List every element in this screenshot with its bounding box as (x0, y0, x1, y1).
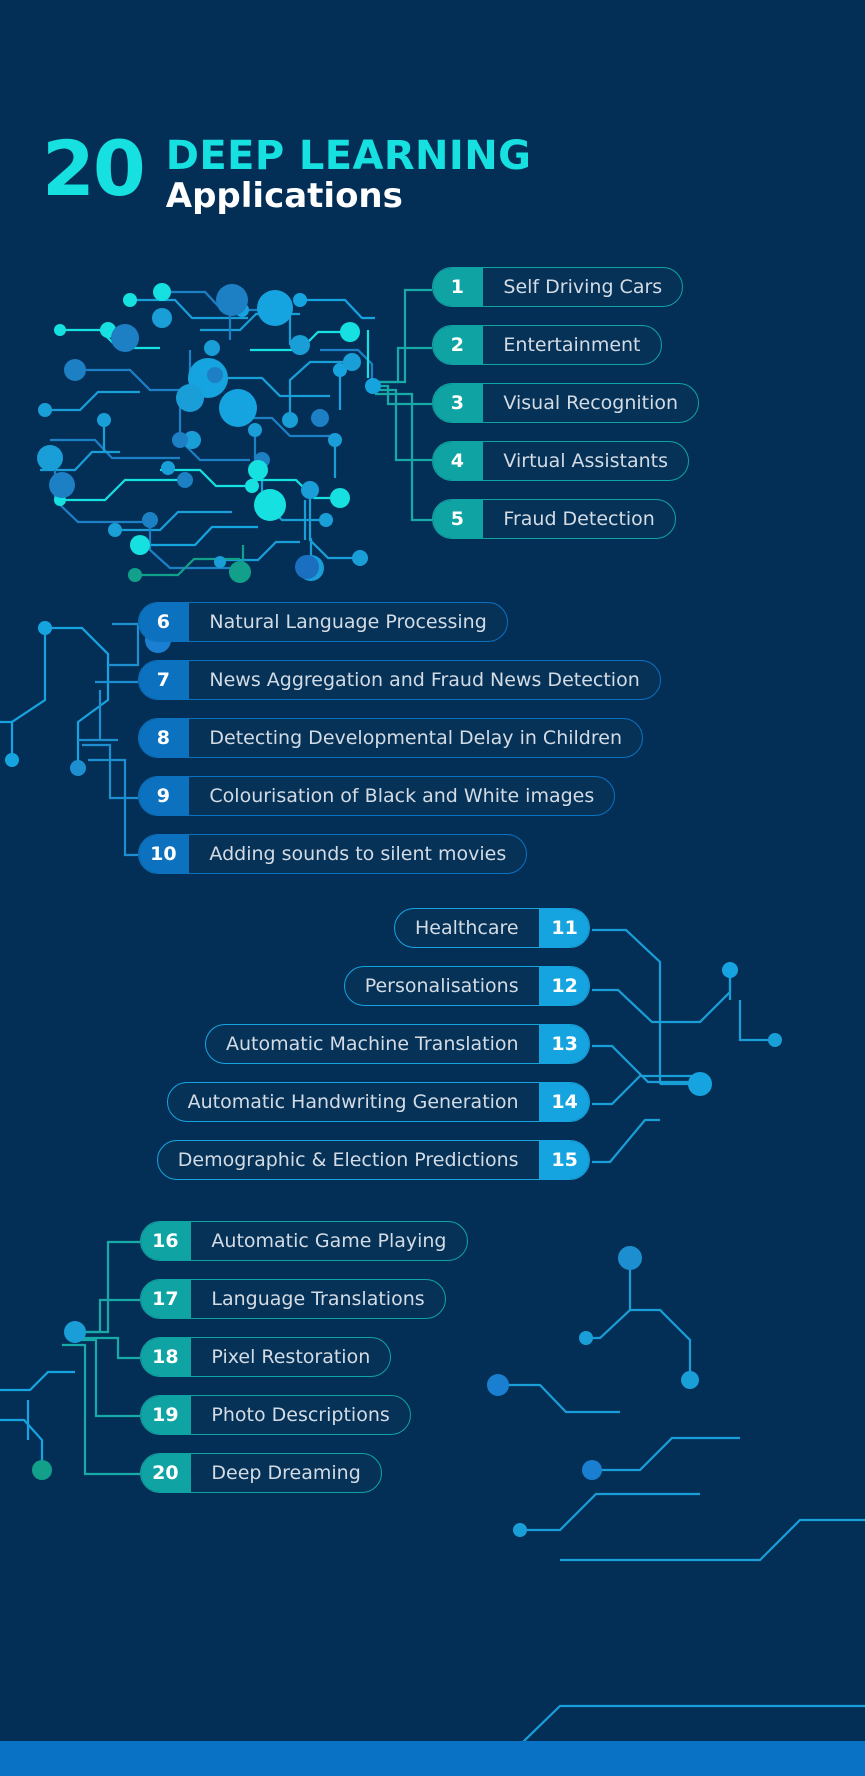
application-number-badge: 14 (538, 1083, 589, 1121)
application-pill-8[interactable]: 8 Detecting Developmental Delay in Childr… (138, 718, 643, 758)
application-row: Healthcare 11 (98, 908, 590, 948)
application-label: News Aggregation and Fraud News Detectio… (209, 669, 640, 691)
application-label: Automatic Handwriting Generation (187, 1091, 519, 1113)
application-pill-2[interactable]: 2 Entertainment (432, 325, 662, 365)
application-label: Detecting Developmental Delay in Childre… (209, 727, 622, 749)
application-number-badge: 12 (538, 967, 589, 1005)
application-number-badge: 4 (433, 442, 484, 480)
application-label: Natural Language Processing (209, 611, 487, 633)
application-number-badge: 16 (140, 1222, 192, 1260)
application-pill-3[interactable]: 3 Visual Recognition (432, 383, 700, 423)
application-row: 19 Photo Descriptions (140, 1395, 468, 1435)
application-label: Deep Dreaming (211, 1462, 361, 1484)
page-header: 20 DEEP LEARNING Applications (42, 124, 532, 217)
headline-count: 20 (42, 124, 146, 213)
page-title-primary: DEEP LEARNING (165, 133, 532, 179)
application-label: Virtual Assistants (503, 450, 668, 472)
application-number-badge: 11 (538, 909, 590, 947)
application-pill-10[interactable]: 10 Adding sounds to silent movies (138, 834, 528, 874)
application-pill-19[interactable]: 19 Photo Descriptions (140, 1395, 411, 1435)
application-row: 8 Detecting Developmental Delay in Childr… (138, 718, 661, 758)
application-row: 5 Fraud Detection (432, 499, 699, 539)
application-row: 7 News Aggregation and Fraud News Detecti… (138, 660, 661, 700)
application-row: Demographic & Election Predictions 15 (98, 1140, 590, 1180)
application-label: Demographic & Election Predictions (177, 1149, 519, 1171)
application-pill-14[interactable]: Automatic Handwriting Generation 14 (166, 1082, 590, 1122)
application-label: Fraud Detection (503, 508, 655, 530)
application-group-one: 1 Self Driving Cars 2 Entertainment 3 Visual … (432, 267, 700, 557)
application-number-badge: 5 (432, 500, 484, 538)
application-pill-20[interactable]: 20 Deep Dreaming (140, 1453, 382, 1493)
application-number-badge: 7 (138, 661, 190, 699)
application-label: Adding sounds to silent movies (209, 843, 507, 865)
application-row: 9 Colourisation of Black and White images (138, 776, 661, 816)
application-label: Automatic Game Playing (211, 1230, 447, 1252)
application-pill-18[interactable]: 18 Pixel Restoration (140, 1337, 392, 1377)
infographic-canvas: 20 DEEP LEARNING Applications 1 Self Driv… (0, 0, 865, 1776)
application-row: 18 Pixel Restoration (140, 1337, 468, 1377)
application-number-badge: 15 (538, 1141, 589, 1179)
application-row: Personalisations 12 (98, 966, 590, 1006)
application-label: Language Translations (211, 1288, 425, 1310)
application-number-badge: 17 (140, 1280, 192, 1318)
application-number-badge: 1 (433, 268, 484, 306)
application-row: 4 Virtual Assistants (432, 441, 699, 481)
application-row: 3 Visual Recognition (432, 383, 700, 423)
application-row: 6 Natural Language Processing (138, 602, 661, 642)
application-pill-13[interactable]: Automatic Machine Translation 13 (205, 1024, 590, 1064)
application-pill-11[interactable]: Healthcare 11 (394, 908, 590, 948)
application-row: 10 Adding sounds to silent movies (138, 834, 661, 874)
application-number-badge: 3 (433, 384, 484, 422)
application-row: 17 Language Translations (140, 1279, 468, 1319)
application-label: Entertainment (503, 334, 641, 356)
application-label: Self Driving Cars (503, 276, 663, 298)
application-label: Personalisations (364, 975, 519, 997)
application-row: Automatic Handwriting Generation 14 (98, 1082, 590, 1122)
application-pill-4[interactable]: 4 Virtual Assistants (432, 441, 689, 481)
application-label: Visual Recognition (503, 392, 679, 414)
application-row: Automatic Machine Translation 13 (98, 1024, 590, 1064)
application-number-badge: 20 (140, 1454, 192, 1492)
application-number-badge: 8 (139, 719, 190, 757)
application-row: 16 Automatic Game Playing (140, 1221, 468, 1261)
application-label: Photo Descriptions (211, 1404, 390, 1426)
application-number-badge: 2 (432, 326, 484, 364)
application-row: 1 Self Driving Cars (432, 267, 699, 307)
application-pill-5[interactable]: 5 Fraud Detection (432, 499, 676, 539)
application-pill-16[interactable]: 16 Automatic Game Playing (140, 1221, 468, 1261)
application-row: 20 Deep Dreaming (140, 1453, 468, 1493)
application-number-badge: 19 (140, 1396, 192, 1434)
application-number-badge: 18 (141, 1338, 192, 1376)
application-number-badge: 6 (138, 603, 190, 641)
application-pill-15[interactable]: Demographic & Election Predictions 15 (156, 1140, 590, 1180)
application-number-badge: 9 (139, 777, 190, 815)
application-row: 2 Entertainment (432, 325, 699, 365)
application-label: Automatic Machine Translation (226, 1033, 519, 1055)
application-group-three: Healthcare 11 Personalisations 12 Automatic … (98, 908, 590, 1198)
application-label: Pixel Restoration (211, 1346, 371, 1368)
title-block: DEEP LEARNING Applications (166, 133, 532, 217)
application-label: Healthcare (415, 917, 519, 939)
application-group-four: 16 Automatic Game Playing 17 Language Trans… (140, 1221, 468, 1511)
application-label: Colourisation of Black and White images (209, 785, 595, 807)
page-title-secondary: Applications (165, 176, 403, 216)
application-pill-7[interactable]: 7 News Aggregation and Fraud News Detecti… (138, 660, 661, 700)
application-number-badge: 10 (139, 835, 190, 873)
application-pill-6[interactable]: 6 Natural Language Processing (138, 602, 508, 642)
application-group-two: 6 Natural Language Processing 7 News Aggreg… (138, 602, 661, 892)
application-pill-1[interactable]: 1 Self Driving Cars (432, 267, 684, 307)
application-pill-17[interactable]: 17 Language Translations (140, 1279, 446, 1319)
application-pill-12[interactable]: Personalisations 12 (343, 966, 590, 1006)
application-number-badge: 13 (538, 1025, 589, 1063)
application-pill-9[interactable]: 9 Colourisation of Black and White images (138, 776, 616, 816)
footer-bar (0, 1741, 865, 1776)
